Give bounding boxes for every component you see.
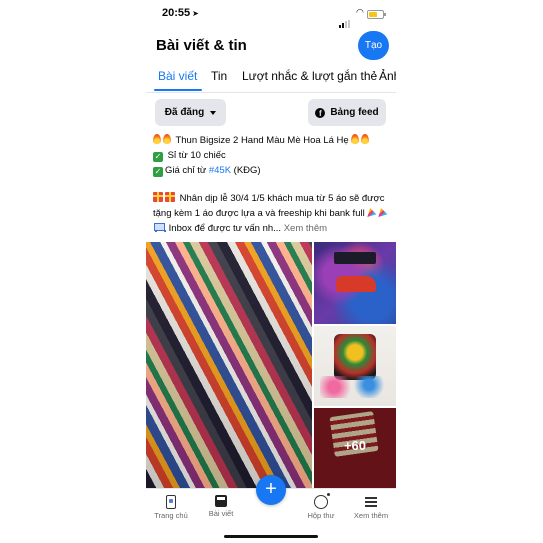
fire-icon bbox=[361, 134, 370, 144]
navigation-arrow-icon: ➤ bbox=[192, 9, 199, 18]
nav-inbox[interactable]: Hộp thư bbox=[296, 493, 346, 520]
post-inbox-text: Inbox để được tư vấn nh... bbox=[168, 223, 282, 234]
cart-icon bbox=[153, 223, 166, 232]
post-line-6: Inbox để được tư vấn nh... Xem thêm bbox=[153, 221, 393, 236]
check-icon: ✓ bbox=[153, 167, 163, 177]
photo-main-shirts-stack[interactable] bbox=[146, 242, 312, 488]
create-button[interactable]: Tạo bbox=[358, 31, 389, 60]
active-tab-indicator bbox=[154, 89, 202, 91]
fire-icon bbox=[351, 134, 360, 144]
tab-stories[interactable]: Tin bbox=[211, 69, 227, 83]
post-price-suffix: (KĐG) bbox=[231, 165, 261, 176]
post-promo-text-2: tặng kèm 1 áo được lựa a và freeship khi… bbox=[153, 208, 365, 219]
photo-white-graphic-shirt[interactable] bbox=[314, 326, 396, 406]
nav-more-label: Xem thêm bbox=[353, 511, 389, 520]
battery-icon bbox=[367, 10, 386, 19]
post-text-block-1: Thun Bigsize 2 Hand Màu Mè Hoa Lá Hẹ ✓ S… bbox=[153, 133, 393, 178]
photo-tie-dye-shirt[interactable] bbox=[314, 242, 396, 324]
post-wholesale-text: Sỉ từ 10 chiếc bbox=[167, 150, 226, 161]
post-line-3: ✓ Giá chỉ từ #45K (KĐG) bbox=[153, 163, 393, 178]
nav-posts-label: Bài viết bbox=[208, 509, 234, 518]
fire-icon bbox=[163, 134, 171, 144]
nav-inbox-label: Hộp thư bbox=[307, 511, 335, 520]
feed-button[interactable]: f Bảng feed bbox=[308, 99, 386, 126]
nav-home-label: Trang chủ bbox=[154, 511, 188, 520]
posts-icon bbox=[215, 495, 227, 507]
status-bar: 20:55 ➤ ◠ bbox=[146, 0, 396, 28]
fire-icon bbox=[153, 134, 161, 144]
inbox-icon bbox=[314, 493, 330, 509]
more-photos-count: +60 bbox=[343, 438, 367, 453]
tab-mentions-tags[interactable]: Lượt nhắc & lượt gắn thẻ bbox=[242, 69, 377, 83]
facebook-icon: f bbox=[315, 107, 326, 118]
post-price-prefix: Giá chỉ từ bbox=[165, 165, 209, 176]
phone-screen: 20:55 ➤ ◠ Bài viết & tin Tạo Bài viết Tin… bbox=[146, 0, 396, 543]
published-filter-label: Đã đăng bbox=[164, 107, 205, 118]
gift-icon bbox=[165, 192, 175, 202]
gift-icon bbox=[153, 192, 163, 202]
post-line-1: Thun Bigsize 2 Hand Màu Mè Hoa Lá Hẹ bbox=[153, 133, 393, 148]
see-more-link[interactable]: Xem thêm bbox=[284, 223, 327, 234]
home-icon bbox=[166, 495, 176, 509]
check-icon: ✓ bbox=[153, 152, 163, 162]
signal-icon bbox=[339, 10, 351, 28]
hashtag-link[interactable]: #45K bbox=[209, 165, 231, 176]
post-promo-text: Nhân dịp lễ 30/4 1/5 khách mua từ 5 áo s… bbox=[179, 193, 385, 204]
bottom-navigation: Trang chủ Bài viết + Hộp thư Xem thêm bbox=[146, 475, 396, 543]
party-icon bbox=[378, 208, 388, 217]
party-icon bbox=[367, 208, 377, 217]
page-title: Bài viết & tin bbox=[156, 37, 247, 54]
photo-grid: +60 bbox=[146, 242, 396, 488]
nav-more[interactable]: Xem thêm bbox=[346, 495, 396, 520]
tab-photos[interactable]: Ảnh bbox=[379, 69, 396, 83]
wifi-icon: ◠ bbox=[356, 7, 364, 17]
published-filter-dropdown[interactable]: Đã đăng bbox=[155, 99, 226, 126]
nav-posts[interactable]: Bài viết bbox=[196, 495, 246, 518]
home-indicator bbox=[224, 535, 318, 538]
status-time: 20:55 ➤ bbox=[162, 7, 199, 19]
menu-icon bbox=[365, 497, 377, 509]
photo-red-graphic-shirt[interactable]: +60 bbox=[314, 408, 396, 488]
caret-down-icon bbox=[210, 110, 217, 115]
post-product-title: Thun Bigsize 2 Hand Màu Mè Hoa Lá Hẹ bbox=[175, 135, 349, 146]
post-text-block-2: Nhân dịp lễ 30/4 1/5 khách mua từ 5 áo s… bbox=[153, 191, 393, 236]
feed-button-label: Bảng feed bbox=[330, 107, 379, 118]
tab-posts[interactable]: Bài viết bbox=[158, 69, 197, 83]
post-line-2: ✓ Sỉ từ 10 chiếc bbox=[153, 148, 393, 163]
post-line-4: Nhân dịp lễ 30/4 1/5 khách mua từ 5 áo s… bbox=[153, 191, 393, 206]
tab-bar: Bài viết Tin Lượt nhắc & lượt gắn thẻ Ản… bbox=[146, 60, 396, 93]
nav-home[interactable]: Trang chủ bbox=[146, 495, 196, 520]
plus-icon[interactable]: + bbox=[256, 475, 286, 505]
post-line-5: tặng kèm 1 áo được lựa a và freeship khi… bbox=[153, 206, 393, 221]
